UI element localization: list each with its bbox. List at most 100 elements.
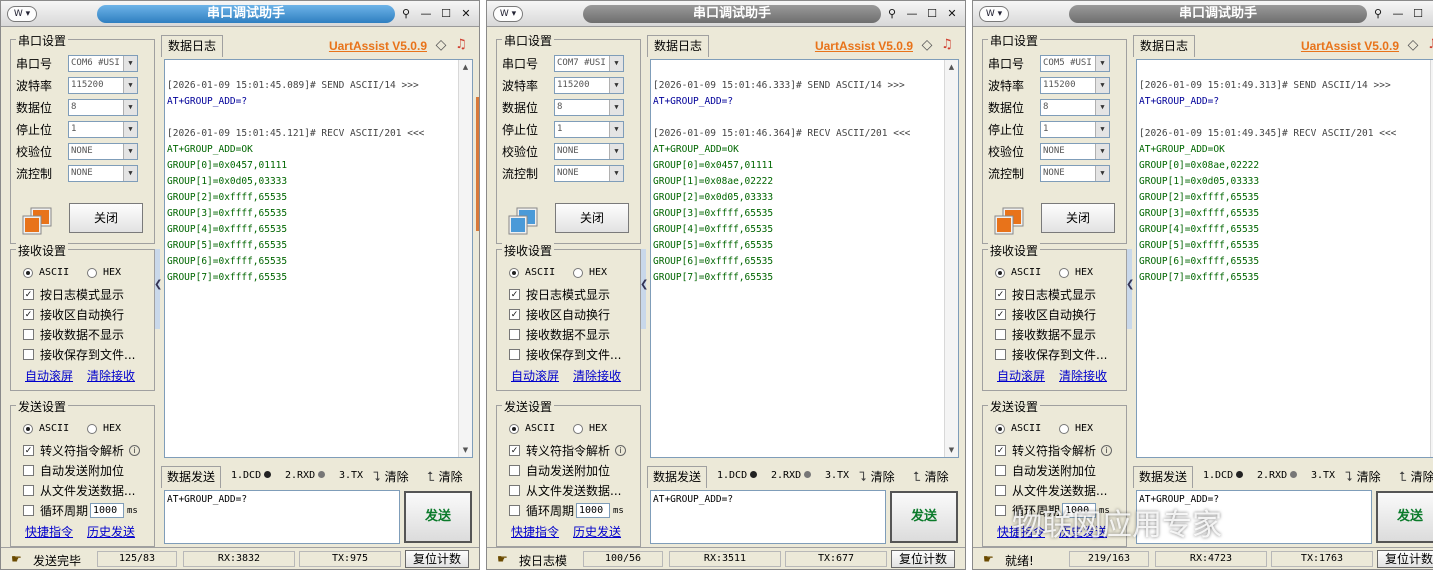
stopbits-select[interactable]: 1 ▼	[1040, 120, 1110, 138]
tab-data-send[interactable]: 数据发送	[161, 466, 221, 488]
send-button[interactable]: 发送	[404, 491, 472, 543]
send-ascii-radio[interactable]: ASCII	[995, 423, 1041, 434]
auto-scroll-link[interactable]: 自动滚屏	[25, 367, 73, 384]
sysmenu-icon[interactable]: W ▾	[7, 6, 37, 22]
tab-data-send[interactable]: 数据发送	[1133, 466, 1193, 488]
auto-wrap-checkbox[interactable]: ✓ 接收区自动换行	[509, 306, 610, 323]
flow-select[interactable]: NONE ▼	[68, 164, 138, 182]
clear-log-button[interactable]: ⮧ 清除	[859, 468, 895, 485]
cycle-period-input[interactable]: 1000	[1062, 503, 1097, 518]
hide-recv-checkbox[interactable]: 接收数据不显示	[509, 326, 610, 343]
info-icon[interactable]: i	[1101, 445, 1113, 456]
chevron-down-icon[interactable]: ▼	[123, 143, 137, 159]
recv-hex-radio[interactable]: HEX	[87, 267, 121, 278]
chevron-down-icon[interactable]: ▼	[1095, 77, 1109, 93]
tab-data-log[interactable]: 数据日志	[1133, 35, 1195, 57]
recv-ascii-radio[interactable]: ASCII	[995, 267, 1041, 278]
pin-icon[interactable]: ⚲	[883, 6, 901, 22]
minimize-icon[interactable]: —	[417, 6, 435, 22]
panel-splitter[interactable]: ❮	[1126, 249, 1134, 329]
auto-wrap-checkbox[interactable]: ✓ 接收区自动换行	[23, 306, 124, 323]
close-icon[interactable]: ✕	[943, 6, 961, 22]
cycle-period-input[interactable]: 1000	[90, 503, 125, 518]
log-scrollbar[interactable]: ▲ ▼	[944, 60, 958, 457]
tab-data-log[interactable]: 数据日志	[647, 35, 709, 57]
escape-checkbox[interactable]: ✓ 转义符指令解析 i	[509, 442, 627, 459]
receive-log[interactable]: [2026-01-09 15:01:49.313]# SEND ASCII/14…	[1136, 59, 1433, 458]
clear-log-button[interactable]: ⮧ 清除	[1345, 468, 1381, 485]
stopbits-select[interactable]: 1 ▼	[554, 120, 624, 138]
chevron-down-icon[interactable]: ▼	[609, 99, 623, 115]
clear-log-button[interactable]: ⮧ 清除	[373, 468, 409, 485]
chevron-down-icon[interactable]: ▼	[123, 99, 137, 115]
escape-checkbox[interactable]: ✓ 转义符指令解析 i	[995, 442, 1113, 459]
send-hex-radio[interactable]: HEX	[87, 423, 121, 434]
port-select[interactable]: COM5 #USI ▼	[1040, 54, 1110, 72]
gem-icon[interactable]: ◇	[919, 37, 935, 53]
clear-recv-link[interactable]: 清除接收	[573, 367, 621, 384]
bell-icon[interactable]: ♫	[453, 37, 469, 53]
auto-wrap-checkbox[interactable]: ✓ 接收区自动换行	[995, 306, 1096, 323]
log-scrollbar[interactable]: ▲ ▼	[458, 60, 472, 457]
chevron-down-icon[interactable]: ▼	[1095, 121, 1109, 137]
chevron-down-icon[interactable]: ▼	[123, 165, 137, 181]
recv-ascii-radio[interactable]: ASCII	[23, 267, 69, 278]
chevron-down-icon[interactable]: ▼	[609, 55, 623, 71]
cycle-checkbox[interactable]: 循环周期 1000 ms	[995, 502, 1110, 519]
chevron-down-icon[interactable]: ▼	[609, 143, 623, 159]
clear-recv-link[interactable]: 清除接收	[87, 367, 135, 384]
chevron-down-icon[interactable]: ▼	[1095, 143, 1109, 159]
receive-log[interactable]: [2026-01-09 15:01:45.089]# SEND ASCII/14…	[164, 59, 473, 458]
scroll-down-icon[interactable]: ▼	[945, 443, 958, 457]
shortcut-link[interactable]: 快捷指令	[511, 523, 559, 540]
parity-select[interactable]: NONE ▼	[68, 142, 138, 160]
file-send-checkbox[interactable]: 从文件发送数据...	[509, 482, 621, 499]
chevron-down-icon[interactable]: ▼	[609, 77, 623, 93]
close-icon[interactable]: ✕	[1429, 6, 1433, 22]
flow-select[interactable]: NONE ▼	[554, 164, 624, 182]
bell-icon[interactable]: ♫	[939, 37, 955, 53]
cycle-checkbox[interactable]: 循环周期 1000 ms	[23, 502, 138, 519]
title-bar[interactable]: W ▾ 串口调试助手 ⚲ — ☐ ✕	[1, 1, 479, 27]
cycle-checkbox[interactable]: 循环周期 1000 ms	[509, 502, 624, 519]
maximize-icon[interactable]: ☐	[437, 6, 455, 22]
send-input[interactable]: AT+GROUP_ADD=?	[164, 490, 400, 544]
chevron-left-icon[interactable]: ❮	[154, 279, 162, 290]
panel-splitter[interactable]: ❮	[154, 249, 162, 329]
chevron-down-icon[interactable]: ▼	[1095, 99, 1109, 115]
maximize-icon[interactable]: ☐	[1409, 6, 1427, 22]
auto-append-checkbox[interactable]: 自动发送附加位	[23, 462, 124, 479]
flow-select[interactable]: NONE ▼	[1040, 164, 1110, 182]
info-icon[interactable]: i	[129, 445, 141, 456]
reset-count-button[interactable]: 复位计数	[1377, 550, 1433, 568]
auto-append-checkbox[interactable]: 自动发送附加位	[995, 462, 1096, 479]
close-port-button[interactable]: 关闭	[555, 203, 629, 233]
gem-icon[interactable]: ◇	[433, 37, 449, 53]
send-ascii-radio[interactable]: ASCII	[509, 423, 555, 434]
shortcut-link[interactable]: 快捷指令	[25, 523, 73, 540]
clear-send-button[interactable]: ⮤ 清除	[427, 468, 463, 485]
log-mode-checkbox[interactable]: ✓ 按日志模式显示	[995, 286, 1096, 303]
recv-hex-radio[interactable]: HEX	[1059, 267, 1093, 278]
parity-select[interactable]: NONE ▼	[554, 142, 624, 160]
minimize-icon[interactable]: —	[1389, 6, 1407, 22]
sysmenu-icon[interactable]: W ▾	[493, 6, 523, 22]
save-file-checkbox[interactable]: 接收保存到文件...	[23, 346, 135, 363]
stopbits-select[interactable]: 1 ▼	[68, 120, 138, 138]
chevron-down-icon[interactable]: ▼	[123, 55, 137, 71]
shortcut-link[interactable]: 快捷指令	[997, 523, 1045, 540]
sysmenu-icon[interactable]: W ▾	[979, 6, 1009, 22]
send-input[interactable]: AT+GROUP_ADD=?	[1136, 490, 1372, 544]
baud-select[interactable]: 115200 ▼	[1040, 76, 1110, 94]
version-link[interactable]: UartAssist V5.0.9	[815, 39, 913, 53]
baud-select[interactable]: 115200 ▼	[68, 76, 138, 94]
reset-count-button[interactable]: 复位计数	[405, 550, 469, 568]
databits-select[interactable]: 8 ▼	[68, 98, 138, 116]
history-link[interactable]: 历史发送	[573, 523, 621, 540]
info-icon[interactable]: i	[615, 445, 627, 456]
pin-icon[interactable]: ⚲	[397, 6, 415, 22]
reset-count-button[interactable]: 复位计数	[891, 550, 955, 568]
version-link[interactable]: UartAssist V5.0.9	[329, 39, 427, 53]
auto-scroll-link[interactable]: 自动滚屏	[997, 367, 1045, 384]
tab-data-log[interactable]: 数据日志	[161, 35, 223, 57]
